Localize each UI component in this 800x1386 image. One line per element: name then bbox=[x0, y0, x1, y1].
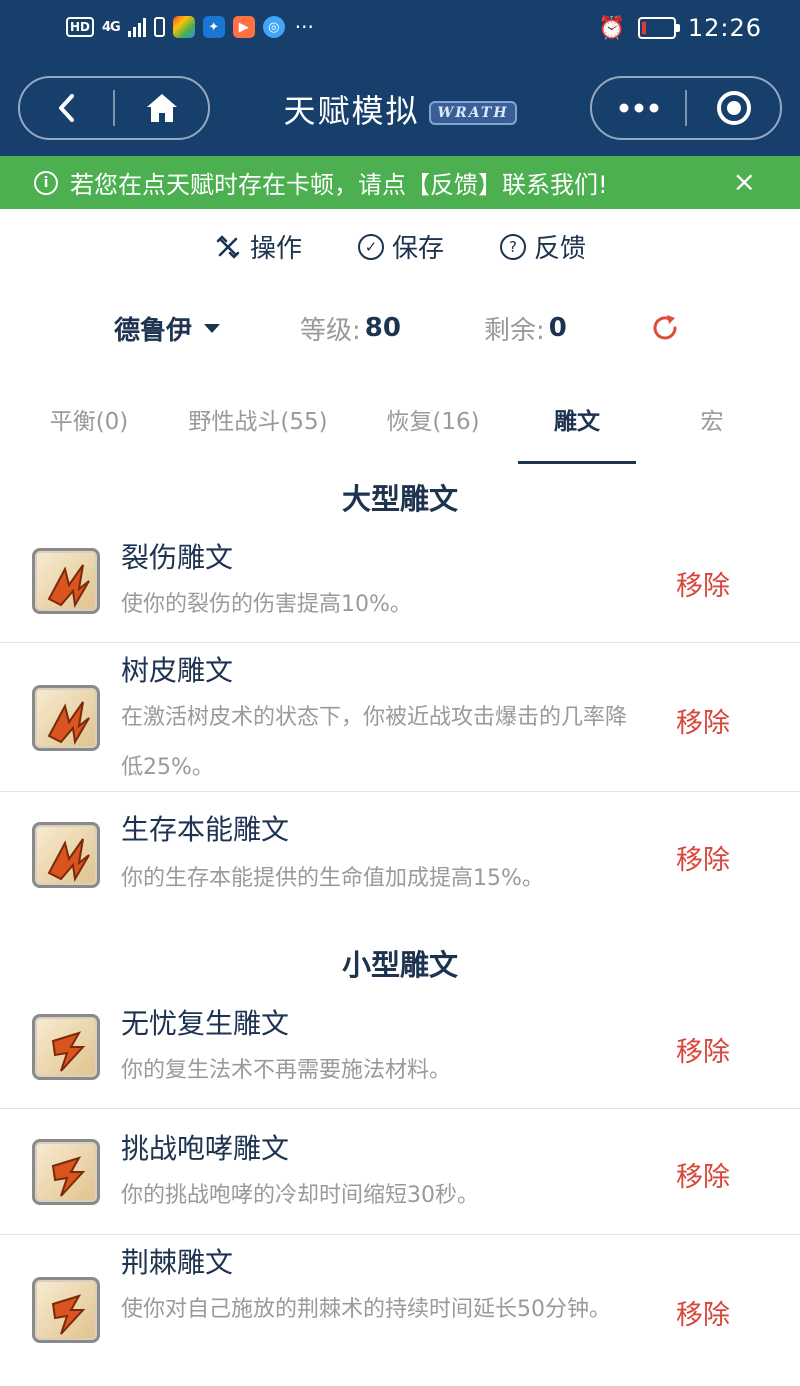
lightbulb-icon: ✦ bbox=[202, 16, 225, 38]
question-circle-icon: ? bbox=[500, 233, 526, 260]
minor-glyph-icon bbox=[32, 1014, 100, 1080]
phone-icon bbox=[153, 17, 165, 37]
glyph-desc: 使你对自己施放的荆棘术的持续时间延长50分钟。 bbox=[121, 1297, 611, 1322]
feedback-label: 反馈 bbox=[534, 234, 587, 264]
remove-button[interactable]: 移除 bbox=[676, 1030, 730, 1069]
remaining-display: 剩余: 0 bbox=[484, 306, 567, 350]
notice-banner: i 若您在点天赋时存在卡顿，请点【反馈】联系我们! × bbox=[0, 156, 800, 209]
glyph-item: 无忧复生雕文 你的复生法术不再需要施法材料。 移除 bbox=[0, 994, 800, 1109]
more-status-icon: ··· bbox=[294, 15, 314, 39]
glyph-desc: 使你的裂伤的伤害提高10%。 bbox=[121, 592, 412, 617]
more-dots-icon bbox=[619, 103, 658, 113]
refresh-icon bbox=[653, 315, 677, 340]
alarm-icon: ⏰ bbox=[598, 15, 626, 41]
character-info: 德鲁伊 等级: 80 剩余: 0 bbox=[0, 306, 800, 350]
remove-button[interactable]: 移除 bbox=[676, 564, 730, 603]
glyph-item: 生存本能雕文 你的生存本能提供的生命值加成提高15%。 移除 bbox=[0, 792, 800, 910]
wrench-icon bbox=[216, 234, 240, 259]
glyph-desc: 你的复生法术不再需要施法材料。 bbox=[121, 1058, 452, 1083]
caret-down-icon bbox=[204, 323, 221, 333]
remaining-value: 0 bbox=[548, 313, 567, 343]
glyph-name: 荆棘雕文 bbox=[121, 1246, 234, 1279]
glyph-item: 挑战咆哮雕文 你的挑战咆哮的冷却时间缩短30秒。 移除 bbox=[0, 1109, 800, 1235]
level-value: 80 bbox=[364, 313, 401, 343]
page-title-text: 天赋模拟 bbox=[283, 92, 420, 130]
class-select[interactable]: 德鲁伊 bbox=[114, 306, 221, 350]
level-label: 等级: bbox=[300, 315, 361, 346]
operate-label: 操作 bbox=[249, 234, 302, 264]
minor-glyphs-title: 小型雕文 bbox=[341, 948, 458, 982]
hd-badge: HD bbox=[66, 17, 95, 37]
close-miniapp-button[interactable] bbox=[687, 78, 780, 138]
remove-button[interactable]: 移除 bbox=[676, 1155, 730, 1194]
more-button[interactable] bbox=[592, 78, 685, 138]
glyph-name: 挑战咆哮雕文 bbox=[121, 1132, 290, 1165]
major-glyph-icon bbox=[32, 685, 100, 751]
glyph-desc: 你的生存本能提供的生命值加成提高15%。 bbox=[121, 866, 544, 891]
tab-feral[interactable]: 野性战斗(55) bbox=[178, 392, 338, 464]
feedback-button[interactable]: ? 反馈 bbox=[500, 228, 586, 265]
notice-text: 若您在点天赋时存在卡顿，请点【反馈】联系我们! bbox=[70, 171, 608, 199]
wrath-logo: WRATH bbox=[429, 101, 517, 125]
class-name: 德鲁伊 bbox=[114, 315, 193, 346]
info-icon: i bbox=[34, 170, 58, 195]
check-circle-icon: ✓ bbox=[357, 233, 384, 260]
glyph-item: 树皮雕文 在激活树皮术的状态下，你被近战攻击爆击的几率降低25%。 移除 bbox=[0, 643, 800, 792]
save-button[interactable]: ✓ 保存 bbox=[357, 228, 444, 265]
remove-button[interactable]: 移除 bbox=[676, 1293, 730, 1332]
action-bar: 操作 ✓ 保存 ? 反馈 bbox=[0, 228, 800, 265]
minor-glyph-icon bbox=[32, 1139, 100, 1205]
nav-capsule-right bbox=[590, 76, 782, 140]
remove-button[interactable]: 移除 bbox=[676, 838, 730, 877]
browser-icon: ◎ bbox=[262, 16, 285, 38]
glyph-desc: 你的挑战咆哮的冷却时间缩短30秒。 bbox=[121, 1183, 479, 1208]
tab-balance[interactable]: 平衡(0) bbox=[30, 392, 148, 464]
minor-glyph-icon bbox=[32, 1277, 100, 1343]
glyph-item: 荆棘雕文 使你对自己施放的荆棘术的持续时间延长50分钟。 移除 bbox=[0, 1235, 800, 1386]
remaining-label: 剩余: bbox=[484, 315, 545, 346]
glyph-name: 无忧复生雕文 bbox=[121, 1007, 290, 1040]
play-icon: ▶ bbox=[232, 16, 255, 38]
app-header: HD 4G ✦ ▶ ◎ ··· ⏰ 12:26 天赋模拟 WRATH bbox=[0, 0, 800, 156]
tab-glyphs[interactable]: 雕文 bbox=[518, 392, 636, 464]
refresh-button[interactable] bbox=[650, 306, 680, 350]
major-glyph-icon bbox=[32, 822, 100, 888]
glyph-name: 树皮雕文 bbox=[121, 654, 234, 687]
major-glyph-icon bbox=[32, 548, 100, 614]
tab-bar: 平衡(0) 野性战斗(55) 恢复(16) 雕文 宏 bbox=[0, 392, 800, 464]
major-glyphs-title: 大型雕文 bbox=[341, 482, 458, 516]
battery-icon bbox=[637, 17, 680, 39]
close-icon[interactable]: × bbox=[733, 168, 756, 196]
glyph-name: 生存本能雕文 bbox=[121, 813, 290, 846]
status-time: 12:26 bbox=[687, 14, 762, 42]
glyph-desc: 在激活树皮术的状态下，你被近战攻击爆击的几率降低25%。 bbox=[121, 705, 628, 780]
status-bar: HD 4G ✦ ▶ ◎ ··· ⏰ 12:26 bbox=[0, 0, 800, 60]
app-icon bbox=[172, 16, 195, 38]
signal-icon bbox=[127, 17, 146, 37]
target-icon bbox=[716, 91, 751, 125]
tab-macro[interactable]: 宏 bbox=[672, 392, 752, 464]
glyph-item: 裂伤雕文 使你的裂伤的伤害提高10%。 移除 bbox=[0, 528, 800, 643]
glyph-name: 裂伤雕文 bbox=[121, 541, 234, 574]
save-label: 保存 bbox=[391, 234, 444, 264]
remove-button[interactable]: 移除 bbox=[676, 701, 730, 740]
tab-restoration[interactable]: 恢复(16) bbox=[374, 392, 492, 464]
operate-button[interactable]: 操作 bbox=[214, 228, 302, 265]
level-display: 等级: 80 bbox=[300, 306, 401, 350]
network-type: 4G bbox=[102, 19, 121, 35]
